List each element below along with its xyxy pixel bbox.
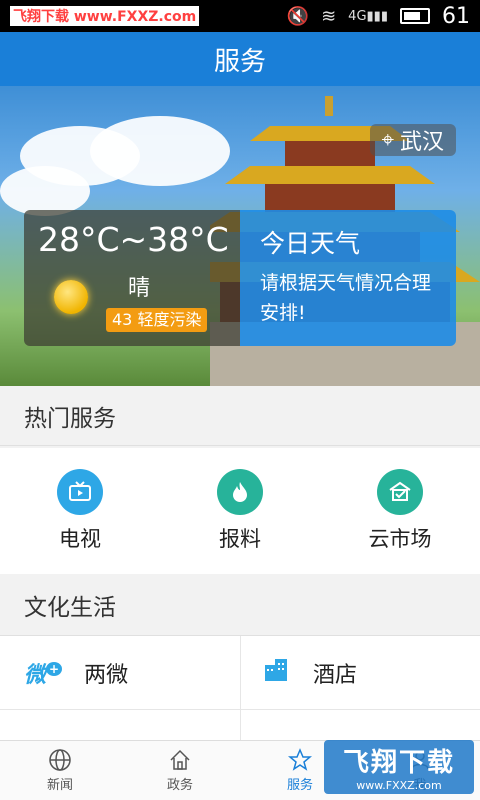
culture-item-hotel[interactable]: 酒店 bbox=[240, 636, 480, 710]
tab-label: 服务 bbox=[286, 778, 313, 793]
culture-label: 酒店 bbox=[313, 662, 358, 688]
watermark-url: www.FXXZ.com bbox=[356, 779, 442, 792]
watermark-logo: 飞翔下载 www.FXXZ.com bbox=[324, 740, 474, 794]
home-icon bbox=[170, 749, 190, 770]
weather-banner: ⌖ 武汉 28°C~38°C 晴 43 轻度污染 今日天气 请根据天气情况合理安… bbox=[0, 86, 480, 386]
signal-icon: 4G▮▮▮ bbox=[348, 8, 388, 24]
hot-services-heading: 热门服务 bbox=[0, 386, 480, 446]
wifi-icon: ≋ bbox=[321, 5, 337, 27]
mute-icon: 🔇 bbox=[286, 5, 310, 27]
status-bar: 飞翔下载 www.FXXZ.com 🔇 ≋ 4G▮▮▮ 61 bbox=[0, 0, 480, 32]
status-watermark: 飞翔下载 www.FXXZ.com bbox=[10, 6, 200, 26]
culture-grid: 微 + 两微 酒店 bbox=[0, 636, 480, 740]
tab-label: 新闻 bbox=[46, 778, 73, 793]
watermark-brand: 飞翔下载 bbox=[342, 748, 455, 778]
weather-tip-title: 今日天气 bbox=[260, 229, 361, 258]
location-button[interactable]: ⌖ 武汉 bbox=[369, 124, 456, 156]
aqi-badge: 43 轻度污染 bbox=[106, 308, 208, 332]
culture-item-weibo[interactable]: 微 + 两微 bbox=[0, 636, 240, 710]
tab-government[interactable]: 政务 bbox=[120, 741, 240, 800]
tab-label: 政务 bbox=[166, 778, 193, 793]
weibo-icon: 微 + bbox=[24, 657, 63, 689]
page-title: 服务 bbox=[213, 46, 266, 77]
service-label: 报料 bbox=[219, 527, 261, 551]
hotel-icon bbox=[263, 657, 291, 689]
weather-tip-card[interactable]: 今日天气 请根据天气情况合理安排! bbox=[240, 210, 456, 346]
weather-tip-text: 请根据天气情况合理安排! bbox=[260, 272, 432, 324]
culture-label: 两微 bbox=[84, 662, 129, 688]
service-label: 电视 bbox=[59, 527, 101, 551]
battery-level: 61 bbox=[442, 3, 470, 29]
battery-icon bbox=[400, 8, 430, 24]
service-label: 云市场 bbox=[368, 527, 432, 551]
section-title: 热门服务 bbox=[24, 405, 116, 432]
culture-item-partial[interactable] bbox=[0, 710, 240, 740]
weather-card[interactable]: 28°C~38°C 晴 43 轻度污染 bbox=[24, 210, 240, 346]
hot-services: 电视 报料 云市场 bbox=[0, 448, 480, 574]
location-label: 武汉 bbox=[399, 130, 444, 155]
tab-news[interactable]: 新闻 bbox=[0, 741, 120, 800]
location-pin-icon: ⌖ bbox=[381, 127, 394, 153]
flame-icon bbox=[217, 469, 263, 515]
globe-icon bbox=[49, 749, 71, 771]
service-report[interactable]: 报料 bbox=[160, 448, 320, 574]
culture-heading: 文化生活 bbox=[0, 574, 480, 636]
status-icons: 🔇 ≋ 4G▮▮▮ 61 bbox=[287, 4, 470, 29]
section-title: 文化生活 bbox=[24, 594, 116, 621]
star-icon bbox=[288, 748, 312, 771]
service-market[interactable]: 云市场 bbox=[320, 448, 480, 574]
weather-condition: 晴 bbox=[128, 276, 151, 301]
app-bar: 服务 bbox=[0, 32, 480, 86]
market-icon bbox=[377, 469, 423, 515]
culture-item-partial[interactable] bbox=[240, 710, 480, 740]
temperature-range: 28°C~38°C bbox=[38, 220, 229, 259]
service-tv[interactable]: 电视 bbox=[0, 448, 160, 574]
sunny-icon bbox=[54, 280, 88, 314]
tv-icon bbox=[57, 469, 103, 515]
